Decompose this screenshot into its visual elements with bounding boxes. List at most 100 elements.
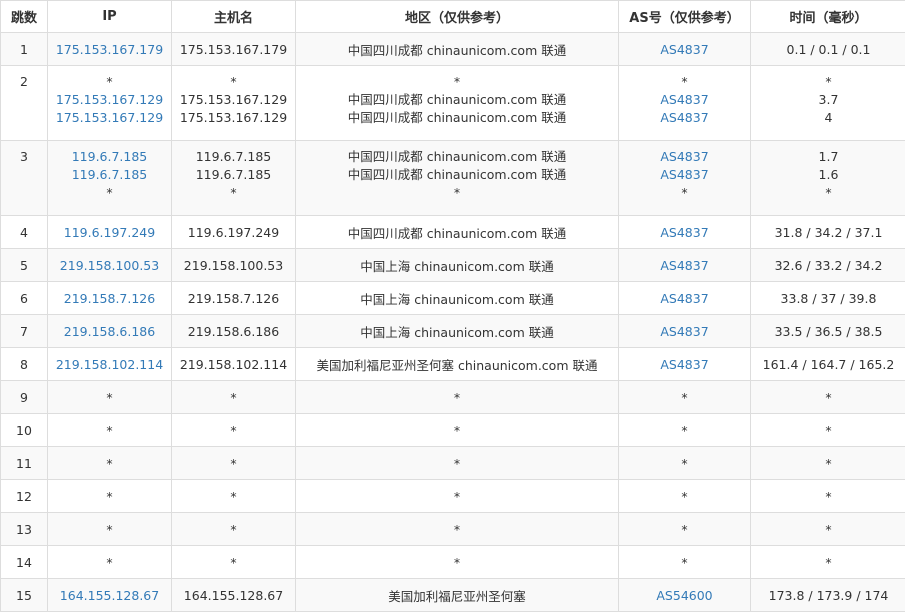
ip-value-link[interactable]: 219.158.102.114 [56,357,163,372]
cell-hop: 2 [0,65,48,141]
as-value-link[interactable]: AS4837 [660,42,708,57]
region-value: 中国四川成都 chinaunicom.com 联通 [347,110,567,125]
cell-region: 中国上海 chinaunicom.com 联通 [295,281,619,315]
time-value: * [825,488,832,504]
cell-as: AS4837 [618,347,751,381]
cell-hop: 10 [0,413,48,447]
cell-host: 219.158.7.126 [171,281,296,315]
host-value: * [230,488,237,504]
cell-host: * [171,446,296,480]
host-value: 119.6.7.185 [195,149,272,164]
cell-hop: 7 [0,314,48,348]
ip-value-link[interactable]: 164.155.128.67 [60,588,159,603]
ip-value-link[interactable]: 175.153.167.179 [56,42,163,57]
table-row: 7 219.158.6.186 219.158.6.186 中国上海 chinauni… [0,314,905,348]
cell-time: 1.7 1.6 * [750,140,905,216]
header-ip: IP [47,0,172,33]
cell-hop: 4 [0,215,48,249]
as-value-link[interactable]: AS4837 [660,357,708,372]
table-row: 15 164.155.128.67 164.155.128.67 美国加利福尼亚州圣何… [0,578,905,612]
host-value: 219.158.6.186 [187,323,280,339]
host-value: * [230,521,237,537]
cell-ip: 164.155.128.67 [47,578,172,612]
region-value: 中国四川成都 chinaunicom.com 联通 [347,149,567,164]
cell-hop: 12 [0,479,48,513]
cell-time: * [750,446,905,480]
host-value: * [230,554,237,570]
ip-value-link[interactable]: 175.153.167.129 [48,91,171,109]
cell-ip: 119.6.197.249 [47,215,172,249]
region-value: * [453,521,461,537]
host-value: * [230,185,237,200]
cell-as: AS4837 [618,248,751,282]
hop-number: 7 [20,323,28,339]
as-value-link[interactable]: AS4837 [660,324,708,339]
as-value-link[interactable]: AS4837 [619,166,750,184]
traceroute-table: 跳数 IP 主机名 地区（仅供参考） AS号（仅供参考） 时间（毫秒） 1 175… [0,0,905,612]
host-value: * [230,422,237,438]
cell-ip: 219.158.102.114 [47,347,172,381]
ip-value-link[interactable]: 119.6.7.185 [48,166,171,184]
cell-region: 美国加利福尼亚州圣何塞 chinaunicom.com 联通 [295,347,619,381]
cell-region: * [295,545,619,579]
ip-value-link[interactable]: 219.158.7.126 [64,291,155,306]
ip-value-link[interactable]: 219.158.6.186 [64,324,155,339]
time-value: * [825,521,832,537]
as-value: * [681,521,688,537]
ip-value-link[interactable]: 175.153.167.129 [48,109,171,127]
cell-ip: 175.153.167.179 [47,32,172,66]
cell-time: 33.8 / 37 / 39.8 [750,281,905,315]
time-value: 173.8 / 173.9 / 174 [768,587,889,603]
hop-number: 8 [20,356,28,372]
as-value-link[interactable]: AS4837 [619,91,750,109]
cell-region: * 中国四川成都 chinaunicom.com 联通 中国四川成都 chinaun… [295,65,619,141]
ip-value-link[interactable]: 119.6.197.249 [64,225,155,240]
ip-value-link[interactable]: 119.6.7.185 [48,148,171,166]
as-value-link[interactable]: AS4837 [660,225,708,240]
cell-host: * [171,545,296,579]
table-row: 1 175.153.167.179 175.153.167.179 中国四川成都 ch… [0,32,905,66]
as-value-link[interactable]: AS54600 [656,588,712,603]
cell-hop: 9 [0,380,48,414]
cell-ip: * [47,545,172,579]
cell-as: * [618,545,751,579]
as-value-link[interactable]: AS4837 [619,109,750,127]
cell-hop: 8 [0,347,48,381]
region-value: * [453,389,461,405]
cell-host: 219.158.100.53 [171,248,296,282]
ip-value-link[interactable]: 219.158.100.53 [60,258,159,273]
cell-ip: * [47,446,172,480]
header-hop: 跳数 [0,0,48,33]
host-value: 175.153.167.129 [179,110,288,125]
as-value-link[interactable]: AS4837 [619,148,750,166]
ip-value: * [106,185,113,200]
ip-value: * [106,74,113,89]
hop-number: 2 [20,74,28,89]
time-value: * [825,74,832,89]
hop-number: 12 [16,488,32,504]
cell-ip: 219.158.6.186 [47,314,172,348]
cell-time: * [750,413,905,447]
host-value: 219.158.7.126 [187,290,280,306]
cell-region: * [295,512,619,546]
cell-as: AS4837 AS4837 * [618,140,751,216]
region-value: 中国四川成都 chinaunicom.com 联通 [347,42,567,58]
as-value: * [681,74,688,89]
hop-number: 10 [16,422,32,438]
as-value-link[interactable]: AS4837 [660,258,708,273]
cell-host: * [171,380,296,414]
cell-region: 中国上海 chinaunicom.com 联通 [295,248,619,282]
cell-region: * [295,413,619,447]
cell-hop: 11 [0,446,48,480]
region-value: 美国加利福尼亚州圣何塞 [388,588,526,604]
as-value: * [681,455,688,471]
table-body: 1 175.153.167.179 175.153.167.179 中国四川成都 ch… [0,32,905,612]
cell-hop: 3 [0,140,48,216]
time-value: * [825,422,832,438]
cell-as: AS4837 [618,32,751,66]
region-value: 中国上海 chinaunicom.com 联通 [360,324,554,340]
table-row: 12 * * * * * [0,479,905,513]
time-value: 1.6 [818,167,839,182]
cell-as: * [618,512,751,546]
as-value-link[interactable]: AS4837 [660,291,708,306]
